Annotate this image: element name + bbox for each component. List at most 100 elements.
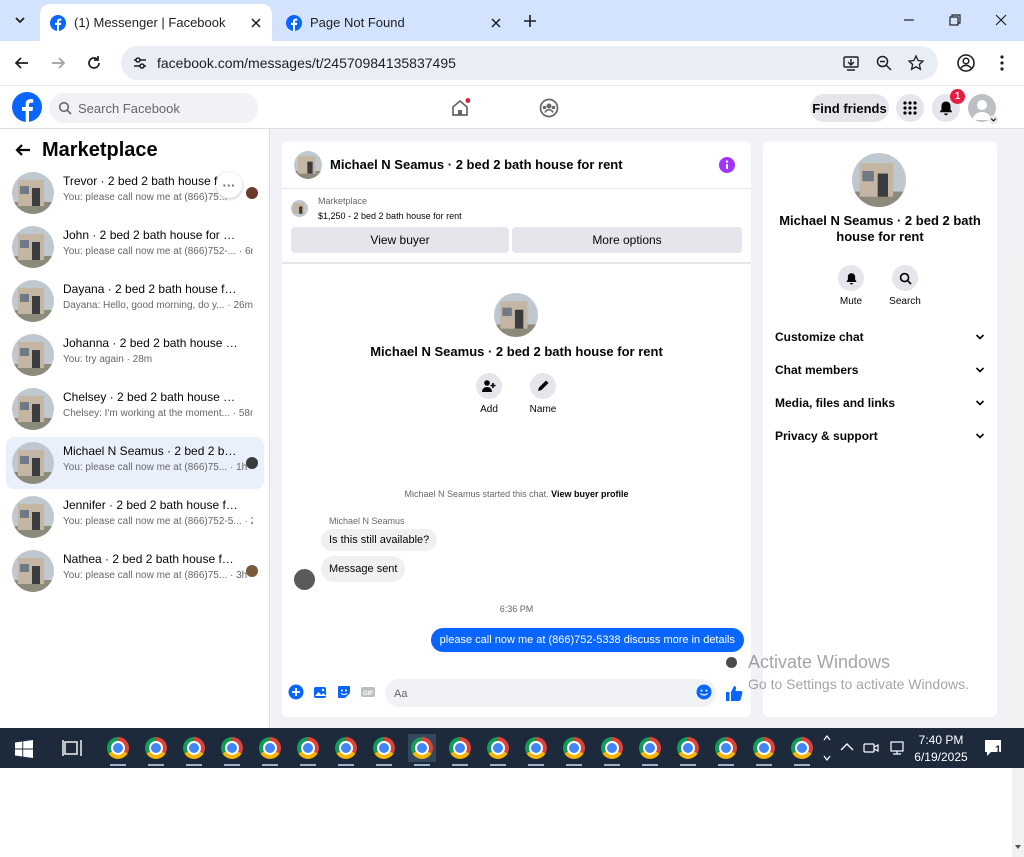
action-center-button[interactable]: 1 [983, 738, 1003, 758]
chat-row[interactable]: Jennifer · 2 bed 2 bath house for r... Y… [6, 491, 264, 543]
find-friends-button[interactable]: Find friends [810, 94, 889, 122]
house-avatar [12, 280, 54, 322]
add-button[interactable] [476, 373, 502, 399]
windows-start-icon[interactable] [15, 740, 33, 758]
new-tab-icon[interactable] [520, 11, 540, 31]
forward-icon[interactable] [48, 53, 68, 73]
mute-button[interactable] [838, 265, 864, 291]
meet-now-icon[interactable] [863, 740, 879, 756]
taskbar-scroll-icon[interactable] [822, 732, 832, 764]
taskbar-chrome-icon[interactable] [750, 734, 778, 766]
taskbar-chrome-icon[interactable] [712, 734, 740, 766]
name-button[interactable] [530, 373, 556, 399]
conversation-title[interactable]: Michael N Seamus · 2 bed 2 bath house fo… [330, 157, 623, 172]
chat-row[interactable]: Trevor · 2 bed 2 bath house for rent You… [6, 167, 264, 219]
restore-icon[interactable] [947, 12, 963, 28]
reload-icon[interactable] [84, 53, 104, 73]
section-label: Customize chat [775, 330, 864, 344]
info-icon[interactable] [719, 157, 735, 173]
more-options-button[interactable]: More options [512, 227, 742, 253]
groups-icon[interactable] [539, 98, 559, 118]
taskbar-chrome-icon-active[interactable] [408, 734, 436, 766]
taskbar-chrome-icon[interactable] [674, 734, 702, 766]
zoom-icon[interactable] [875, 54, 893, 72]
view-buyer-profile-link[interactable]: View buyer profile [551, 489, 628, 499]
minimize-icon[interactable] [901, 12, 917, 28]
house-avatar[interactable] [294, 151, 322, 179]
chat-row-selected[interactable]: Michael N Seamus · 2 bed 2 bat... You: p… [6, 437, 264, 489]
chat-row[interactable]: Johanna · 2 bed 2 bath house for r... Yo… [6, 329, 264, 381]
chat-name: Trevor · 2 bed 2 bath house for rent [63, 174, 238, 188]
taskbar-chrome-icon[interactable] [180, 734, 208, 766]
chevron-down-icon [975, 400, 985, 406]
search-button[interactable] [892, 265, 918, 291]
chat-members-section[interactable]: Chat members [775, 358, 987, 382]
preview-text: You: please call now me at (866)752-... [63, 246, 237, 257]
customize-chat-section[interactable]: Customize chat [775, 325, 987, 349]
chat-row[interactable]: Nathea · 2 bed 2 bath house for... You: … [6, 545, 264, 597]
chat-name: Nathea · 2 bed 2 bath house for... [63, 552, 238, 566]
account-chevron-icon[interactable] [989, 115, 998, 124]
back-arrow-icon[interactable] [14, 141, 32, 159]
plus-circle-icon[interactable] [288, 684, 304, 700]
omnibox[interactable]: facebook.com/messages/t/2457098413583749… [121, 46, 938, 80]
taskbar-chrome-icon[interactable] [484, 734, 512, 766]
thumbs-up-icon[interactable] [725, 684, 743, 702]
taskbar-chrome-icon[interactable] [788, 734, 816, 766]
taskbar-chrome-icon[interactable] [218, 734, 246, 766]
outgoing-message[interactable]: please call now me at (866)752-5338 disc… [430, 628, 744, 652]
facebook-logo-icon[interactable] [12, 92, 42, 122]
message-input[interactable]: Aa [385, 679, 716, 707]
close-window-icon[interactable] [993, 12, 1009, 28]
tab-messenger[interactable]: (1) Messenger | Facebook [40, 4, 272, 41]
media-files-links-section[interactable]: Media, files and links [775, 391, 987, 415]
bookmark-star-icon[interactable] [907, 54, 925, 72]
close-tab-icon[interactable] [488, 15, 504, 31]
photo-icon[interactable] [312, 684, 328, 700]
chat-time: · 3h [229, 570, 248, 581]
chat-row[interactable]: Dayana · 2 bed 2 bath house for re... Da… [6, 275, 264, 327]
sticker-icon[interactable] [336, 684, 352, 700]
profile-icon[interactable] [956, 53, 976, 73]
tab-page-not-found[interactable]: Page Not Found [276, 4, 512, 41]
menu-button[interactable] [896, 94, 924, 122]
view-buyer-button[interactable]: View buyer [291, 227, 509, 253]
taskbar-chrome-icon[interactable] [598, 734, 626, 766]
emoji-icon[interactable] [696, 684, 712, 700]
browser-menu-icon[interactable] [992, 53, 1012, 73]
chat-options-button[interactable]: ··· [216, 172, 242, 198]
close-tab-icon[interactable] [248, 15, 264, 31]
home-icon[interactable] [450, 98, 470, 118]
taskbar-chrome-icon[interactable] [104, 734, 132, 766]
taskbar-chrome-icon[interactable] [256, 734, 284, 766]
taskbar-chrome-icon[interactable] [560, 734, 588, 766]
chat-row[interactable]: John · 2 bed 2 bath house for rent You: … [6, 221, 264, 273]
network-icon[interactable] [889, 740, 905, 756]
taskbar-chrome-icon[interactable] [446, 734, 474, 766]
site-settings-icon[interactable] [131, 54, 149, 72]
marketplace-label: Marketplace [318, 196, 368, 206]
taskbar-chrome-icon[interactable] [142, 734, 170, 766]
incoming-message[interactable]: Is this still available? [321, 529, 438, 551]
facebook-search-input[interactable]: Search Facebook [49, 93, 258, 123]
taskbar-chrome-icon[interactable] [332, 734, 360, 766]
scroll-down-icon[interactable] [1012, 842, 1024, 852]
tray-chevron-up-icon[interactable] [840, 742, 854, 752]
tab-search-button[interactable] [8, 8, 32, 32]
taskbar-chrome-icon[interactable] [294, 734, 322, 766]
incoming-message[interactable]: Message sent [321, 556, 406, 582]
listing-price[interactable]: $1,250 - 2 bed 2 bath house for rent [318, 211, 462, 221]
taskbar-clock[interactable]: 7:40 PM 6/19/2025 [912, 732, 970, 766]
chat-row[interactable]: Chelsey · 2 bed 2 bath house for r... Ch… [6, 383, 264, 435]
privacy-support-section[interactable]: Privacy & support [775, 424, 987, 448]
chat-name: Johanna · 2 bed 2 bath house for r... [63, 336, 238, 350]
back-icon[interactable] [12, 53, 32, 73]
section-label: Media, files and links [775, 396, 896, 410]
taskbar-chrome-icon[interactable] [370, 734, 398, 766]
taskbar-chrome-icon[interactable] [636, 734, 664, 766]
taskbar-chrome-icon[interactable] [522, 734, 550, 766]
gif-icon[interactable]: GIF [360, 684, 376, 700]
windows-taskbar: 7:40 PM 6/19/2025 1 [0, 728, 1024, 768]
install-app-icon[interactable] [842, 54, 860, 72]
task-view-icon[interactable] [62, 739, 82, 757]
